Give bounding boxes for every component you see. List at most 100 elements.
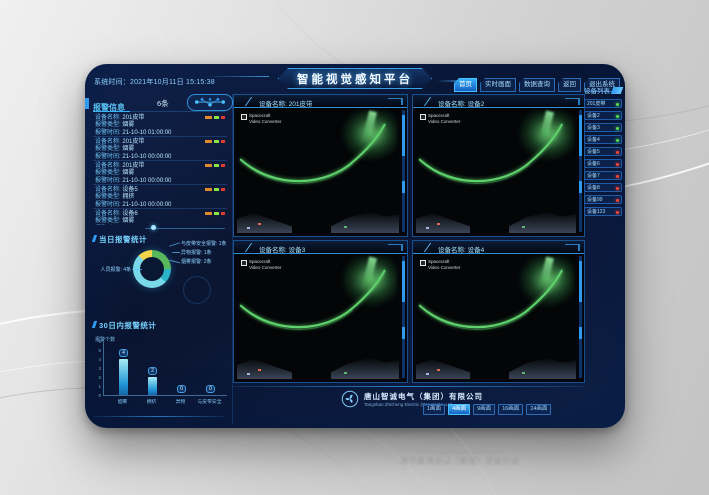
video-speck — [426, 227, 429, 229]
alarm-list-item[interactable]: 设备名称: 201皮带 报警类型: 烟雾 报警时间: 21-10-10 00:0… — [93, 137, 227, 161]
alarm-type: 拥挤 — [122, 194, 134, 200]
alarm-status-indicator — [205, 116, 225, 119]
device-list-item[interactable]: 设备6 — [584, 159, 622, 168]
view-24-button[interactable]: 24画面 — [526, 404, 551, 415]
nav-home-button[interactable]: 首页 — [454, 78, 477, 92]
donut-leader-line — [169, 242, 180, 246]
alarm-type: 烟雾 — [122, 218, 134, 224]
device-list-item[interactable]: 设备5 — [584, 147, 622, 156]
video-device-label: 设备名称: 设备3 — [259, 244, 305, 254]
video-speck — [437, 369, 440, 371]
device-list-tab[interactable] — [611, 87, 624, 94]
video-panel-1[interactable]: 设备名称: 201皮带 SpacecraftVideo Converter — [233, 94, 408, 237]
nav-data-query-button[interactable]: 数据查询 — [519, 78, 555, 92]
video-feed[interactable]: SpacecraftVideo Converter — [237, 255, 399, 379]
video-device-label: 设备名称: 设备2 — [438, 98, 484, 108]
video-watermark: SpacecraftVideo Converter — [241, 113, 281, 124]
daily-alarm-section-title: 当日报警统计 — [93, 234, 147, 245]
view-9-button[interactable]: 9画面 — [473, 404, 495, 415]
video-panel-header: 设备名称: 设备2 — [413, 95, 584, 108]
video-feed[interactable]: SpacecraftVideo Converter — [237, 109, 399, 233]
timeline-slider[interactable] — [145, 228, 225, 229]
alarm-list-item[interactable]: 设备名称: 201皮带 报警类型: 烟雾 报警时间: 21-10-10 00:0… — [93, 161, 227, 185]
device-list-item[interactable]: 设备2 — [584, 111, 622, 120]
video-feed[interactable]: SpacecraftVideo Converter — [416, 109, 576, 233]
bar-value-badge: 2 — [148, 367, 157, 375]
video-speck — [344, 372, 347, 374]
video-watermark: SpacecraftVideo Converter — [241, 259, 281, 270]
scrollbar-thumb[interactable] — [402, 327, 405, 339]
company-logo-icon — [341, 390, 359, 408]
scrollbar-thumb[interactable] — [402, 181, 405, 193]
scrollbar-thumb[interactable] — [579, 115, 582, 156]
alarm-device: 设备6 — [122, 211, 137, 217]
screen-split-buttons: 1画面 4画面 9画面 16画面 24画面 — [423, 404, 551, 415]
header-decor-line — [203, 76, 269, 77]
scrollbar-thumb[interactable] — [579, 261, 582, 302]
status-dot — [616, 103, 619, 106]
scrollbar-thumb[interactable] — [579, 327, 582, 339]
scrollbar-thumb[interactable] — [579, 181, 582, 193]
status-dot — [616, 139, 619, 142]
slash-decoration — [424, 243, 436, 252]
device-list-item[interactable]: 201皮带 — [584, 99, 622, 108]
video-scrollbar[interactable] — [402, 110, 405, 232]
view-16-button[interactable]: 16画面 — [498, 404, 523, 415]
alarm-status-indicator — [205, 188, 225, 191]
video-panel-2[interactable]: 设备名称: 设备2 SpacecraftVideo Converter — [412, 94, 585, 237]
alarm-time: 21-10-10 00:00:00 — [122, 178, 171, 184]
alarm-list-item[interactable]: 设备名称: 201皮带 报警类型: 烟雾 报警时间: 21-10-10 01:0… — [93, 113, 227, 137]
alarm-status-indicator — [205, 140, 225, 143]
system-time-label: 系统时间：2021年10月11日 15:15:38 — [94, 77, 215, 87]
video-scrollbar[interactable] — [579, 110, 582, 232]
video-panel-4[interactable]: 设备名称: 设备4 SpacecraftVideo Converter — [412, 240, 585, 383]
left-sidebar: 报警信息 6条 设备名称: 201皮带 报警类型: 烟雾 报警时间: 21-10… — [89, 94, 233, 424]
status-dot — [616, 115, 619, 118]
device-list-item[interactable]: 设备4 — [584, 135, 622, 144]
watermark-logo-icon — [420, 114, 426, 120]
view-1-button[interactable]: 1画面 — [423, 404, 445, 415]
alarm-time: 21-10-10 00:00:00 — [122, 154, 171, 160]
video-panel-3[interactable]: 设备名称: 设备3 SpacecraftVideo Converter — [233, 240, 408, 383]
watermark-logo-icon — [241, 114, 247, 120]
donut-leader-line — [132, 269, 142, 270]
video-speck — [258, 369, 261, 371]
device-list-panel: 设备列表 201皮带 设备2 设备3 设备4 设备5 设备6 设备7 设备8 设… — [584, 85, 622, 219]
slash-decoration — [245, 97, 257, 106]
device-list-item[interactable]: 设备3 — [584, 123, 622, 132]
alarm-time: 21-10-10 01:00:00 — [122, 130, 171, 136]
monthly-alarm-section-title: 30日内报警统计 — [93, 320, 156, 331]
alarm-time: 21-10-10 00:00:00 — [122, 202, 171, 208]
donut-leader-line — [172, 252, 180, 253]
video-scrollbar[interactable] — [402, 256, 405, 378]
video-watermark: SpacecraftVideo Converter — [420, 113, 460, 124]
bar-group: 0 — [167, 342, 196, 395]
nav-back-button[interactable]: 返回 — [558, 78, 581, 92]
device-list-title: 设备列表 — [584, 85, 610, 95]
bar-group: 4 — [109, 342, 138, 395]
video-feed[interactable]: SpacecraftVideo Converter — [416, 255, 576, 379]
alarm-list-item[interactable]: 设备名称: 设备6 报警类型: 烟雾 报警时间: 21-10-10 00:00:… — [93, 209, 227, 225]
dashboard-panel: 系统时间：2021年10月11日 15:15:38 智能视觉感知平台 首页 实时… — [85, 64, 625, 428]
alarm-device: 设备5 — [122, 187, 137, 193]
video-speck — [344, 226, 347, 228]
scrollbar-thumb[interactable] — [402, 261, 405, 302]
alarm-count-badge: 6条 — [157, 98, 169, 109]
bar-group: 0 — [196, 342, 225, 395]
alarm-device: 201皮带 — [122, 163, 144, 169]
device-list-item[interactable]: 设备123 — [584, 207, 622, 216]
video-watermark: SpacecraftVideo Converter — [420, 259, 460, 270]
video-scrollbar[interactable] — [579, 256, 582, 378]
scrollbar-thumb[interactable] — [402, 115, 405, 156]
bar — [119, 359, 128, 395]
timeline-slider-handle[interactable] — [151, 225, 156, 230]
video-speck — [247, 373, 250, 375]
floor-reflection: 唐山智诚电气（集团）有限公司 Tangshan Zhicheng Electri… — [330, 450, 590, 466]
status-dot — [616, 151, 619, 154]
device-list-item[interactable]: 设备8 — [584, 183, 622, 192]
device-list-item[interactable]: 设备99 — [584, 195, 622, 204]
device-list-item[interactable]: 设备7 — [584, 171, 622, 180]
nav-live-view-button[interactable]: 实时画面 — [480, 78, 516, 92]
alarm-list-item[interactable]: 设备名称: 设备5 报警类型: 拥挤 报警时间: 21-10-10 00:00:… — [93, 185, 227, 209]
view-4-button[interactable]: 4画面 — [448, 404, 470, 415]
